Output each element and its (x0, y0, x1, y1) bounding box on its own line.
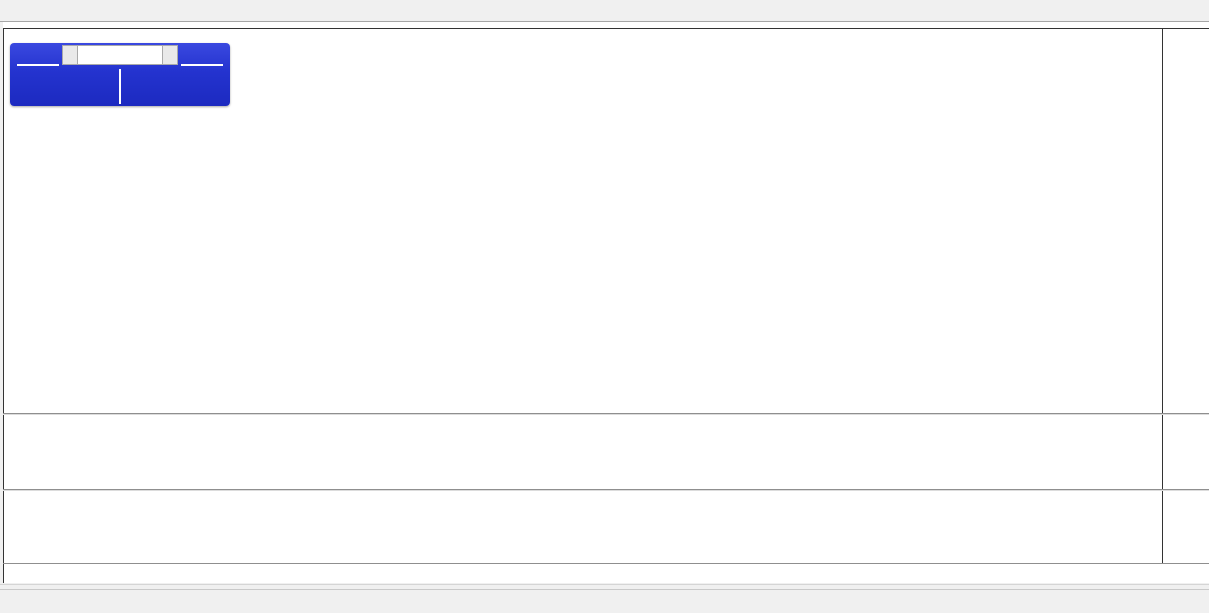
volume-increase-button[interactable] (162, 45, 178, 65)
chart-title (13, 30, 38, 44)
buy-price[interactable] (122, 67, 228, 104)
one-click-trading-panel (10, 43, 230, 106)
price-axis-separator (1162, 28, 1163, 563)
plot-border-top (3, 28, 1209, 29)
price-divider (119, 69, 121, 104)
macd-pane-separator-hl (3, 414, 1209, 415)
timeframe-toolbar (0, 0, 1209, 22)
sell-underline (17, 64, 59, 66)
volume-stepper (62, 45, 178, 65)
volume-input[interactable] (78, 45, 162, 65)
sell-price[interactable] (12, 67, 118, 104)
volume-decrease-button[interactable] (62, 45, 78, 65)
buy-underline (181, 64, 223, 66)
trade-panel-top-row (10, 43, 230, 67)
plot-border-left (3, 28, 4, 583)
date-axis-separator (3, 563, 1209, 564)
rsi-pane-separator-hl (3, 490, 1209, 491)
symbol-tab-bar (0, 589, 1209, 609)
